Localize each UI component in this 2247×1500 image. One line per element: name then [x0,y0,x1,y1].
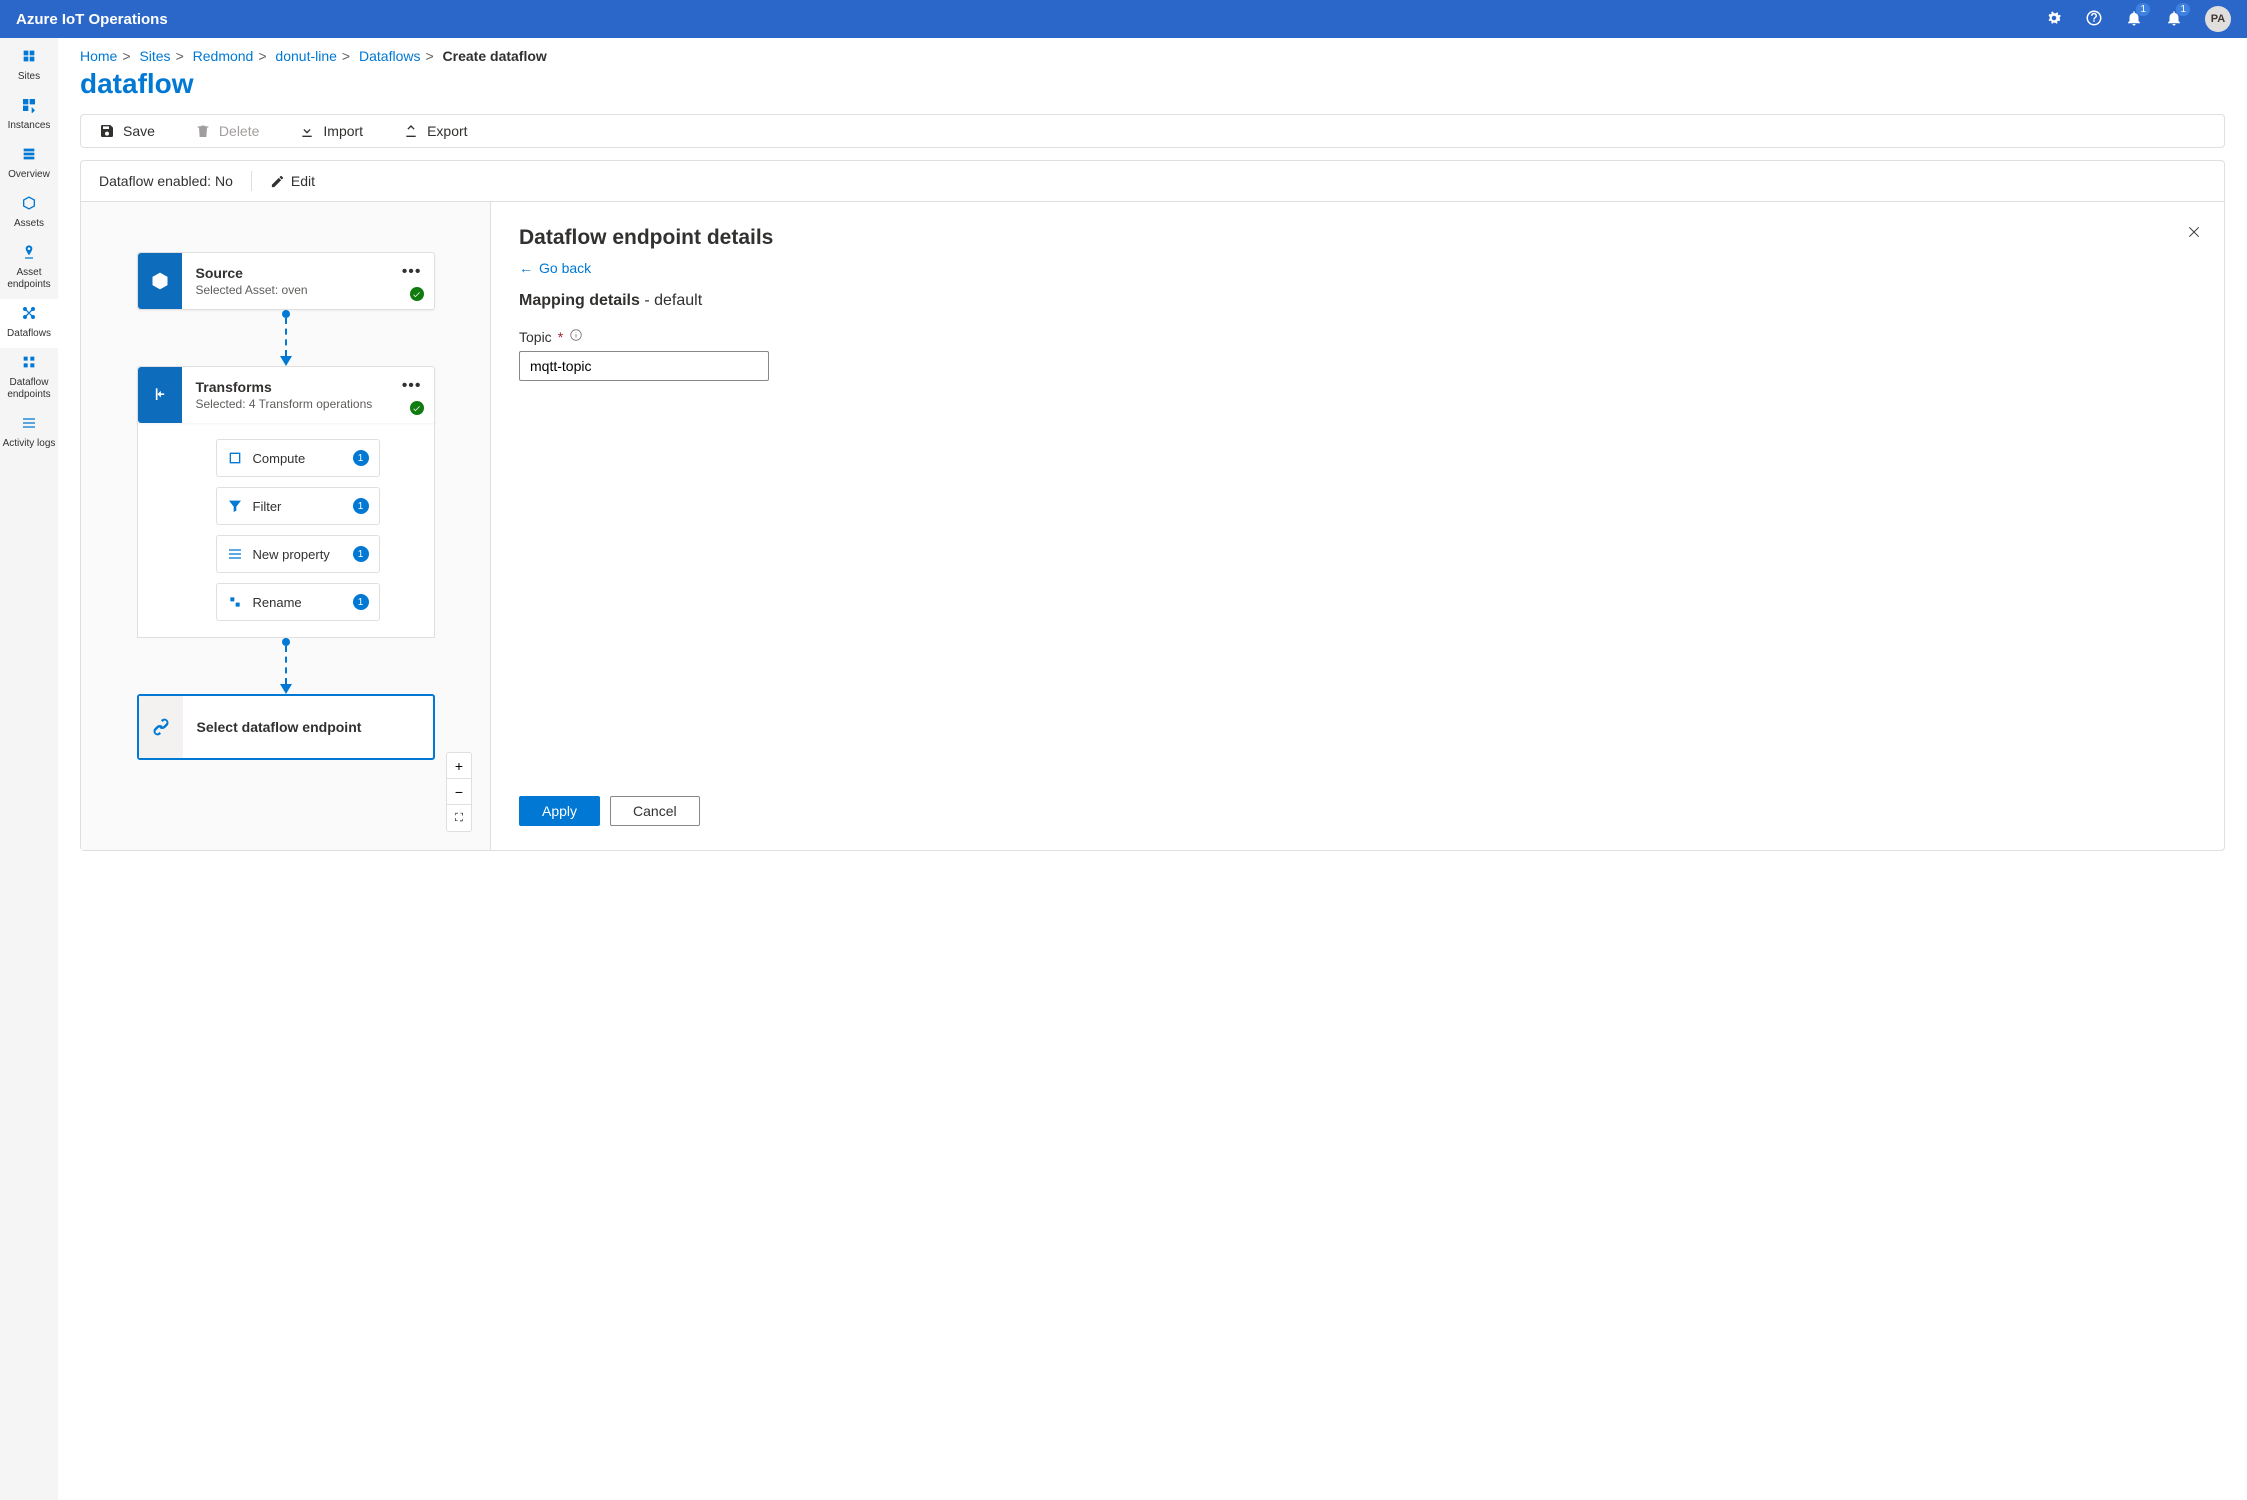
sidebar-item-label: Sites [18,71,40,83]
node-subtitle: Selected: 4 Transform operations [196,397,420,411]
save-button[interactable]: Save [99,123,155,139]
close-icon[interactable] [2186,224,2202,243]
sidebar-item-label: Assets [14,218,44,230]
topbar: Azure IoT Operations 1 1 PA [0,0,2247,38]
dataflows-icon [21,305,37,325]
sidebar-item-sites[interactable]: Sites [0,42,58,91]
source-node[interactable]: Source Selected Asset: oven ••• [137,252,435,310]
breadcrumb-link[interactable]: Redmond [193,48,254,64]
topic-label: Topic* [519,328,2196,345]
overview-icon [21,146,37,166]
count-badge: 1 [353,498,369,514]
breadcrumb-link[interactable]: Sites [139,48,170,64]
delete-button: Delete [195,123,259,139]
check-icon [410,401,424,415]
breadcrumb-current: Create dataflow [443,48,547,64]
canvas: Source Selected Asset: oven ••• Transfor… [81,202,491,850]
transform-compute[interactable]: Compute1 [216,439,380,477]
detail-heading: Dataflow endpoint details [519,226,2196,250]
flow-arrow [280,310,292,366]
sidebar-item-label: Overview [8,169,50,181]
zoom-controls: + − ⛶ [446,752,472,832]
sidebar-item-overview[interactable]: Overview [0,140,58,189]
sidebar-item-instances[interactable]: Instances [0,91,58,140]
zoom-out-button[interactable]: − [447,779,471,805]
node-title: Source [196,265,420,281]
breadcrumb-link[interactable]: Dataflows [359,48,420,64]
statusbar: Dataflow enabled: No Edit [80,160,2225,201]
zoom-fit-button[interactable]: ⛶ [447,805,471,831]
node-subtitle: Selected Asset: oven [196,283,420,297]
sidebar-item-label: Dataflow endpoints [2,377,56,401]
sidebar-item-asset-endpoints[interactable]: Asset endpoints [0,238,58,299]
dataflow-enabled-label: Dataflow enabled: No [99,173,233,189]
help-icon[interactable] [2085,9,2103,30]
check-icon [410,287,424,301]
breadcrumb: Home> Sites> Redmond> donut-line> Datafl… [80,48,2225,64]
sidebar-item-dataflow-endpoints[interactable]: Dataflow endpoints [0,348,58,409]
cancel-button[interactable]: Cancel [610,796,700,826]
breadcrumb-home[interactable]: Home [80,48,117,64]
select-endpoint-label: Select dataflow endpoint [183,696,433,758]
mapping-details: Mapping details - default [519,292,2196,310]
dataflow-endpoints-icon [21,354,37,374]
instances-icon [21,97,37,117]
transforms-icon [138,367,182,423]
sidebar-item-label: Dataflows [7,328,51,340]
cube-icon [138,253,182,309]
apply-button[interactable]: Apply [519,796,600,826]
sidebar-item-activity-logs[interactable]: Activity logs [0,409,58,458]
sidebar-item-label: Asset endpoints [2,267,56,291]
assets-icon [21,195,37,215]
transforms-list: Compute1 Filter1 New property1 Rename1 [137,423,435,638]
go-back-link[interactable]: ←Go back [519,260,2196,276]
sidebar-item-label: Activity logs [3,438,56,450]
bell-icon-2[interactable]: 1 [2165,9,2183,30]
more-icon[interactable]: ••• [402,263,422,281]
export-button[interactable]: Export [403,123,467,139]
gear-icon[interactable] [2045,9,2063,30]
count-badge: 1 [353,450,369,466]
more-icon[interactable]: ••• [402,377,422,395]
sidebar: Sites Instances Overview Assets Asset en… [0,38,58,1500]
flow-arrow [280,638,292,694]
node-title: Transforms [196,379,420,395]
notification-badge: 1 [2176,3,2190,16]
page-title: dataflow [80,68,2225,100]
asset-endpoints-icon [21,244,37,264]
transforms-node[interactable]: Transforms Selected: 4 Transform operati… [137,366,435,423]
sidebar-item-assets[interactable]: Assets [0,189,58,238]
edit-button[interactable]: Edit [270,173,315,189]
avatar[interactable]: PA [2205,6,2231,32]
import-button[interactable]: Import [299,123,363,139]
transform-filter[interactable]: Filter1 [216,487,380,525]
detail-panel: Dataflow endpoint details ←Go back Mappi… [491,202,2224,850]
info-icon[interactable] [569,328,583,345]
link-icon [139,696,183,758]
sites-icon [21,48,37,68]
count-badge: 1 [353,546,369,562]
sidebar-item-dataflows[interactable]: Dataflows [0,299,58,348]
zoom-in-button[interactable]: + [447,753,471,779]
activity-logs-icon [21,415,37,435]
commandbar: Save Delete Import Export [80,114,2225,148]
breadcrumb-link[interactable]: donut-line [275,48,337,64]
count-badge: 1 [353,594,369,610]
bell-icon-1[interactable]: 1 [2125,9,2143,30]
notification-badge: 1 [2136,3,2150,16]
transform-new-property[interactable]: New property1 [216,535,380,573]
topic-input[interactable] [519,351,769,381]
transform-rename[interactable]: Rename1 [216,583,380,621]
app-title: Azure IoT Operations [16,11,168,28]
select-endpoint-node[interactable]: Select dataflow endpoint [137,694,435,760]
sidebar-item-label: Instances [8,120,51,132]
